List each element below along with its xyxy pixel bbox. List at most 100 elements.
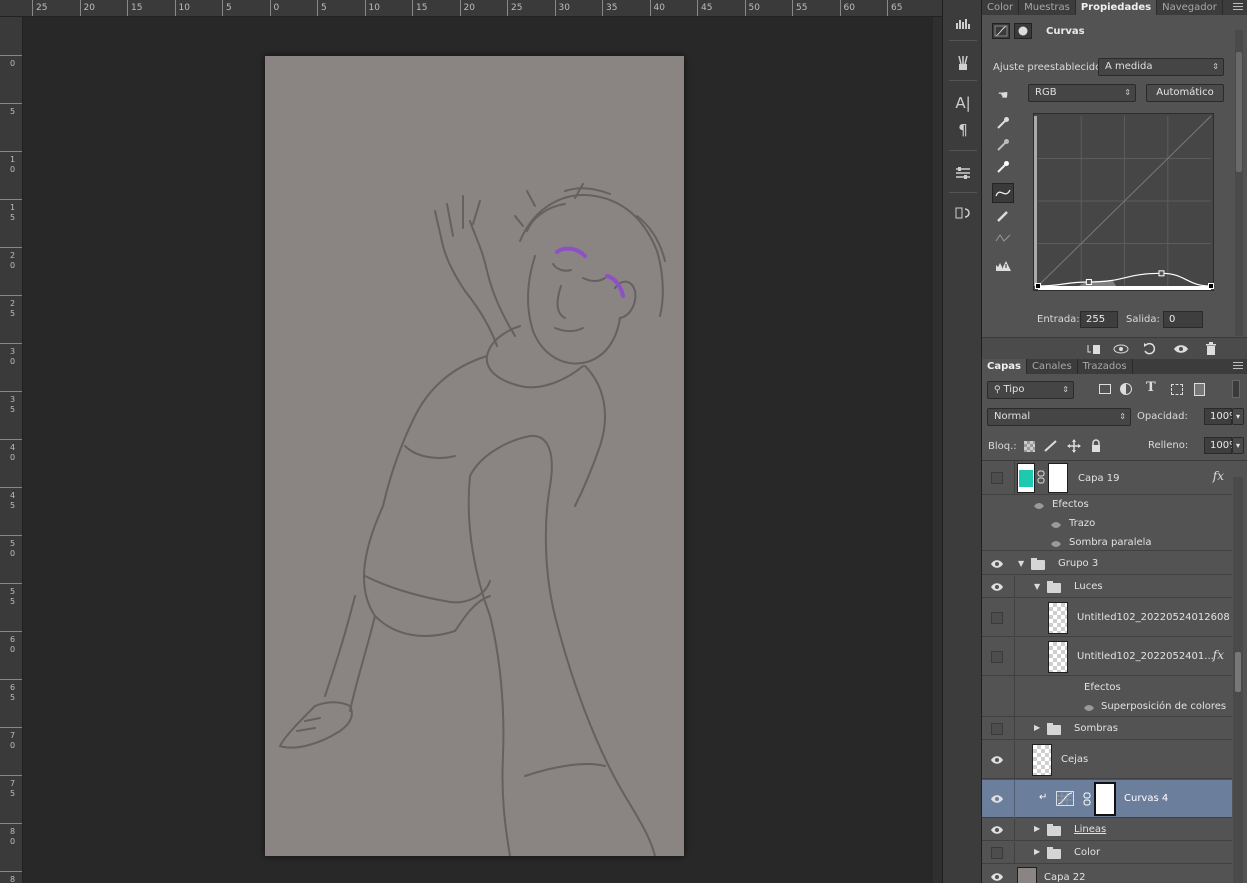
tab-propiedades[interactable]: Propiedades	[1075, 0, 1158, 15]
brush-presets-icon[interactable]	[951, 52, 975, 74]
gray-eyedropper-icon[interactable]	[992, 135, 1014, 155]
expand-triangle-icon[interactable]: ▶	[1034, 824, 1040, 833]
effect-eye-icon[interactable]	[1084, 704, 1094, 712]
eye-icon[interactable]	[991, 871, 1003, 883]
adjustments-icon[interactable]	[951, 162, 975, 184]
effect-color-overlay[interactable]: Superposición de colores	[1101, 701, 1226, 712]
fx-icon[interactable]: fx	[1213, 648, 1224, 662]
delete-adjustment-icon[interactable]	[1200, 341, 1222, 357]
eye-icon[interactable]	[991, 581, 1003, 593]
fill-slider-button[interactable]: ▾	[1232, 437, 1244, 454]
reset-icon[interactable]	[1138, 341, 1160, 357]
lock-transparency-icon[interactable]	[1024, 441, 1035, 452]
curve-point[interactable]	[1208, 283, 1214, 289]
effect-stroke[interactable]: Trazo	[1069, 518, 1095, 529]
layer-name[interactable]: Color	[1074, 847, 1100, 858]
auto-button[interactable]: Automático	[1146, 84, 1224, 102]
expand-triangle-icon[interactable]: ▶	[1034, 723, 1040, 732]
layer-filter-dropdown[interactable]: ⚲ Tipo ⇕	[987, 381, 1074, 399]
layer-name[interactable]: Untitled102_2022052401...	[1077, 651, 1214, 662]
layer-row-cejas[interactable]: Cejas	[982, 741, 1232, 779]
filter-adjustment-icon[interactable]	[1120, 383, 1132, 395]
layer-name[interactable]: Lineas	[1074, 824, 1106, 835]
filter-type-icon[interactable]: T	[1146, 380, 1156, 395]
tab-color[interactable]: Color	[982, 0, 1020, 15]
layer-row-grupo-3[interactable]: ▼ Grupo 3	[982, 553, 1232, 575]
collapse-triangle-icon[interactable]: ▼	[1034, 582, 1040, 591]
smooth-icon[interactable]	[992, 228, 1014, 248]
eye-icon[interactable]	[991, 558, 1003, 570]
eye-icon[interactable]	[991, 754, 1003, 766]
eye-icon[interactable]	[991, 793, 1003, 805]
tab-muestras[interactable]: Muestras	[1019, 0, 1076, 15]
channel-dropdown[interactable]: RGB ⇕	[1028, 84, 1136, 102]
layer-name[interactable]: Capa 22	[1044, 872, 1086, 883]
layer-name[interactable]: Capa 19	[1078, 473, 1120, 484]
fx-icon[interactable]: fx	[1213, 469, 1224, 483]
pencil-icon[interactable]	[992, 206, 1014, 226]
panel-menu-icon[interactable]	[1233, 3, 1243, 11]
layer-row-luces[interactable]: ▼ Luces	[982, 576, 1232, 598]
visibility-toggle[interactable]	[991, 612, 1003, 624]
filter-pixel-icon[interactable]	[1099, 384, 1111, 394]
mask-icon[interactable]	[1014, 23, 1032, 39]
layer-row-curvas-4[interactable]: ↵ Curvas 4	[982, 780, 1232, 818]
eye-icon[interactable]	[991, 824, 1003, 836]
panel-menu-icon[interactable]	[1233, 362, 1243, 370]
lock-pixels-icon[interactable]	[1044, 440, 1058, 455]
mask-link-icon[interactable]	[1037, 470, 1045, 487]
opacity-field[interactable]: 100%	[1204, 408, 1239, 425]
layer-row-untitled-2[interactable]: Untitled102_2022052401... fx	[982, 638, 1232, 718]
history-icon[interactable]	[951, 202, 975, 224]
target-adjust-hand-icon[interactable]: ☚	[992, 85, 1014, 105]
lock-all-icon[interactable]	[1090, 439, 1102, 456]
histogram-icon[interactable]	[951, 12, 975, 34]
curve-points-icon[interactable]	[992, 183, 1014, 203]
view-previous-state-icon[interactable]	[1110, 341, 1132, 357]
effects-eye-icon[interactable]	[1034, 502, 1044, 510]
layer-name[interactable]: Grupo 3	[1058, 558, 1098, 569]
clip-to-layer-icon[interactable]	[1082, 341, 1104, 357]
mask-link-icon[interactable]	[1083, 792, 1091, 809]
visibility-toggle[interactable]	[991, 723, 1003, 735]
effect-drop-shadow[interactable]: Sombra paralela	[1069, 537, 1152, 548]
output-field[interactable]: 0	[1163, 311, 1203, 328]
curves-adjustment-icon[interactable]	[992, 23, 1010, 39]
layer-name[interactable]: Luces	[1074, 581, 1103, 592]
canvas-scrollbar[interactable]	[933, 17, 942, 883]
curve-point[interactable]	[1158, 270, 1165, 277]
layer-mask-thumbnail[interactable]	[1048, 463, 1068, 493]
layer-row-capa-19[interactable]: Capa 19 fx	[982, 461, 1232, 495]
input-field[interactable]: 255	[1080, 311, 1118, 328]
character-icon[interactable]: A|	[951, 92, 975, 114]
filter-shape-icon[interactable]	[1171, 384, 1183, 395]
layer-name[interactable]: Sombras	[1074, 723, 1118, 734]
black-eyedropper-icon[interactable]	[992, 113, 1014, 133]
tab-navegador[interactable]: Navegador	[1157, 0, 1223, 15]
tab-canales[interactable]: Canales	[1027, 359, 1078, 374]
layer-row-color[interactable]: ▶ Color	[982, 842, 1232, 864]
layer-row-untitled-1[interactable]: Untitled102_20220524012608	[982, 599, 1232, 637]
filter-smart-object-icon[interactable]	[1194, 383, 1205, 396]
clipping-warning-icon[interactable]	[992, 256, 1014, 276]
layer-row-sombras[interactable]: ▶ Sombras	[982, 718, 1232, 740]
visibility-toggle[interactable]	[991, 847, 1003, 859]
curve-point[interactable]	[1085, 279, 1092, 285]
effect-eye-icon[interactable]	[1051, 540, 1061, 548]
layer-name[interactable]: Untitled102_20220524012608	[1077, 612, 1230, 623]
layer-name[interactable]: Cejas	[1061, 754, 1088, 765]
expand-triangle-icon[interactable]: ▶	[1034, 847, 1040, 856]
effect-eye-icon[interactable]	[1051, 521, 1061, 529]
curves-graph[interactable]	[1033, 113, 1214, 291]
lock-position-icon[interactable]	[1067, 439, 1081, 456]
opacity-slider-button[interactable]: ▾	[1232, 408, 1244, 425]
blend-mode-dropdown[interactable]: Normal ⇕	[987, 408, 1131, 426]
layer-row-capa-22[interactable]: Capa 22	[982, 865, 1232, 883]
white-eyedropper-icon[interactable]	[992, 157, 1014, 177]
visibility-toggle[interactable]	[991, 472, 1003, 484]
properties-scrollbar[interactable]	[1235, 30, 1243, 336]
paragraph-icon[interactable]: ¶	[951, 119, 975, 141]
tab-trazados[interactable]: Trazados	[1078, 359, 1133, 374]
document-canvas[interactable]	[265, 56, 684, 856]
preset-dropdown[interactable]: A medida ⇕	[1098, 58, 1224, 76]
